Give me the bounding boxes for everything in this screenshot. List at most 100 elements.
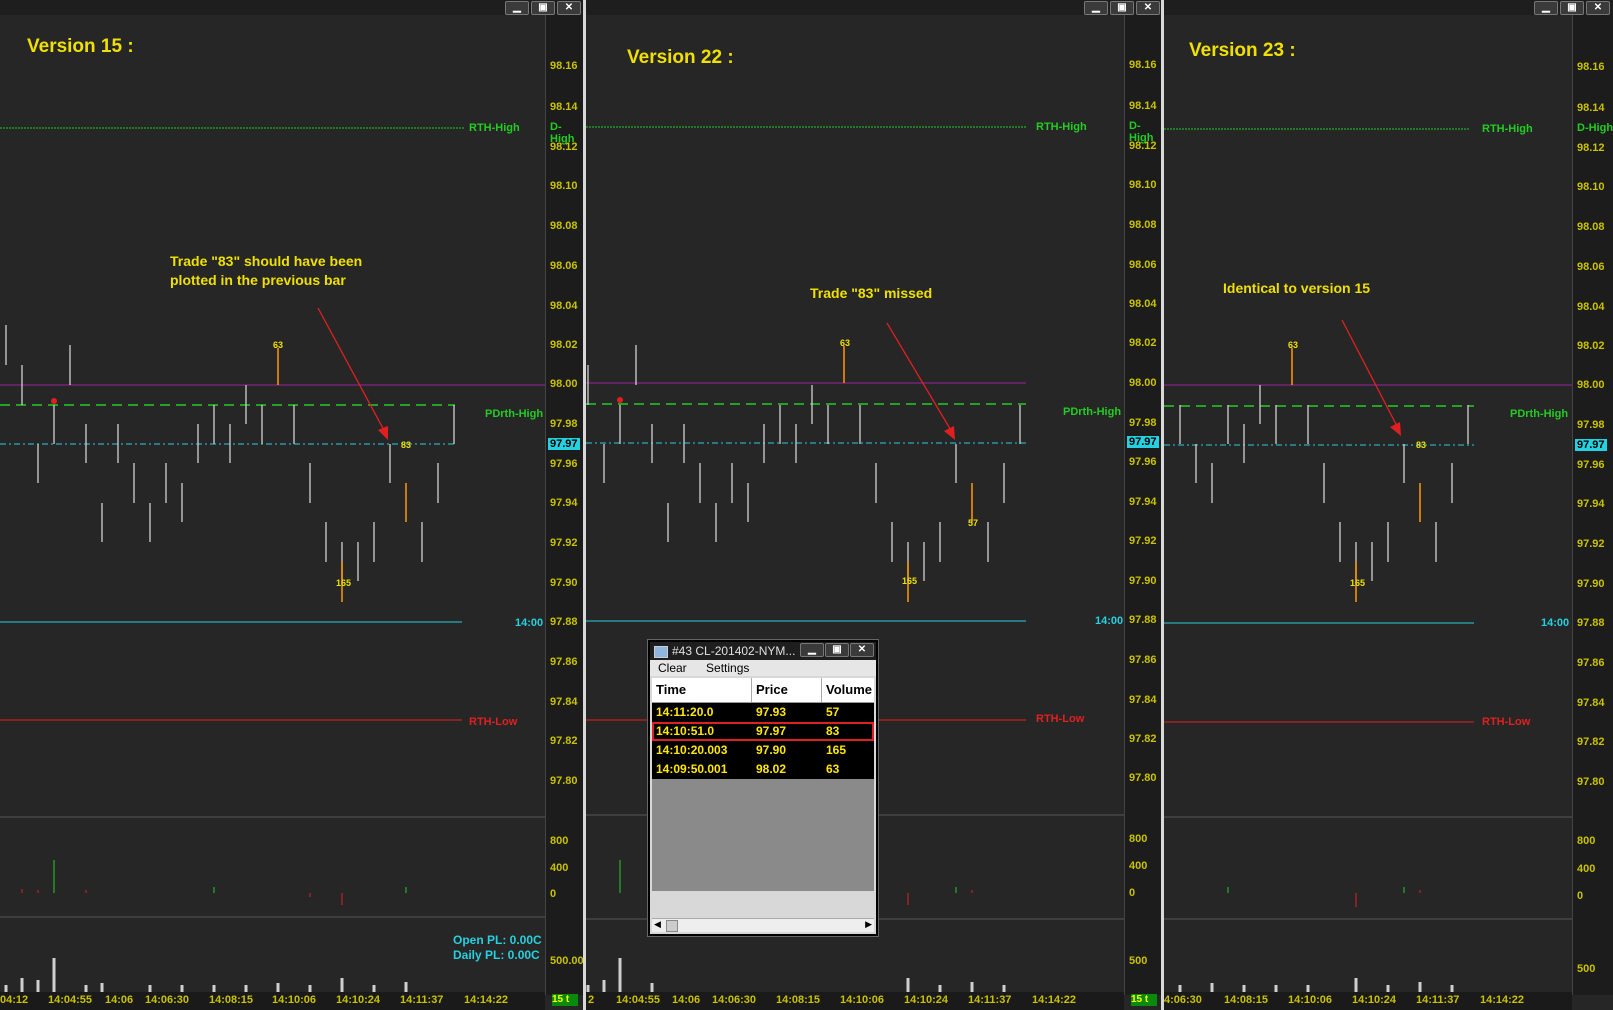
chart-pane-1[interactable]: ▁ ▣ ✕ Version 15: Trade "83" should hav… (0, 0, 583, 1010)
price-tick: 98.12 (1577, 142, 1605, 154)
time-label: 14:04:55 (616, 994, 661, 1006)
tas-header-row: Time Price Volume (652, 678, 874, 703)
price-tick: 97.80 (1129, 772, 1157, 784)
horizontal-scrollbar[interactable]: ◀ ▶ (652, 918, 874, 932)
time-1400-label: 14:00 (515, 617, 544, 629)
time-axis[interactable]: 4:06:30 14:08:15 14:10:06 14:10:24 14:11… (1164, 992, 1572, 1010)
price-tick: 98.12 (1129, 140, 1157, 152)
price-scale[interactable]: D-High 98.16 98.14 98.12 98.10 98.08 98.… (1572, 15, 1613, 995)
close-button[interactable]: ✕ (557, 1, 581, 15)
time-axis[interactable]: 04:12 14:04:55 14:06 14:06:30 14:08:15 1… (0, 992, 545, 1010)
volume-tick: 0 (1129, 887, 1136, 899)
price-tick: 98.16 (1577, 61, 1605, 73)
pane-1-plot (0, 127, 545, 993)
column-header-price[interactable]: Price (752, 678, 822, 702)
price-tick: 97.98 (550, 418, 578, 430)
cell-volume: 63 (826, 762, 840, 776)
time-label: 14:06 (105, 994, 134, 1006)
price-tick: 97.80 (1577, 776, 1605, 788)
price-tick: 97.80 (550, 775, 578, 787)
menu-item-settings[interactable]: Settings (706, 661, 749, 675)
time-label: 04:12 (0, 994, 29, 1006)
close-button[interactable]: ✕ (1136, 1, 1160, 15)
price-tick: 98.10 (1129, 179, 1157, 191)
table-row-highlighted[interactable]: 14:10:51.0 97.97 83 (652, 722, 874, 741)
volume-tick: 0 (550, 888, 557, 900)
price-tick: 98.08 (1129, 219, 1157, 231)
price-tick: 98.02 (550, 339, 578, 351)
price-tick: 97.92 (1577, 538, 1605, 550)
tas-table-body[interactable]: 14:11:20.0 97.93 57 14:10:51.0 97.97 83 … (652, 703, 874, 891)
price-tick: 98.14 (550, 101, 578, 113)
price-tick: 97.96 (550, 458, 578, 470)
price-tick: 97.86 (1129, 654, 1157, 666)
price-tick: 98.10 (550, 180, 578, 192)
time-and-sales-window[interactable]: #43 CL-201402-NYM... ▁ ▣ ✕ Clear Setting… (648, 640, 878, 936)
volume-tick: 800 (1577, 835, 1596, 847)
tas-menubar: Clear Settings (650, 660, 876, 676)
rth-low-label: RTH-Low (1036, 713, 1085, 725)
price-tick: 97.86 (1577, 657, 1605, 669)
chart-pane-3[interactable]: ▁ ▣ ✕ Version 23: Identical to version … (1164, 0, 1613, 1010)
price-tick: 97.88 (550, 616, 578, 628)
price-scale[interactable]: D-High 98.16 98.14 98.12 98.10 98.08 98.… (545, 15, 583, 1006)
trade-label-63: 63 (1288, 340, 1299, 350)
price-tick: 97.94 (1129, 496, 1157, 508)
table-row[interactable]: 14:09:50.001 98.02 63 (652, 760, 874, 779)
version-title: Version 22 : (627, 47, 734, 68)
time-axis[interactable]: 2 14:04:55 14:06 14:06:30 14:08:15 14:10… (586, 992, 1124, 1010)
trade-label-165: 165 (1350, 578, 1366, 588)
close-button[interactable]: ✕ (1586, 1, 1610, 15)
version-title: Version 23 : (1189, 40, 1296, 61)
column-header-volume[interactable]: Volume (822, 678, 874, 702)
price-tick: 97.84 (1577, 697, 1605, 709)
table-row[interactable]: 14:11:20.0 97.93 57 (652, 703, 874, 722)
volume-tick: 800 (550, 835, 569, 847)
price-tick: 97.90 (550, 577, 578, 589)
rth-high-label: RTH-High (469, 122, 520, 134)
price-tick: 98.10 (1577, 181, 1605, 193)
time-label: 14:08:15 (209, 994, 254, 1006)
price-tick: 97.98 (1129, 417, 1157, 429)
maximize-button[interactable]: ▣ (825, 643, 849, 657)
trade-label-63: 63 (840, 338, 851, 348)
price-tick: 98.04 (1129, 298, 1157, 310)
rth-high-label: RTH-High (1036, 121, 1087, 133)
table-row[interactable]: 14:10:20.003 97.90 165 (652, 741, 874, 760)
price-tick: 98.00 (550, 378, 578, 390)
time-label: 14:10:06 (272, 994, 317, 1006)
scroll-left-icon[interactable]: ◀ (654, 919, 661, 930)
open-pl: Open PL: 0.00C (453, 933, 542, 947)
scroll-thumb[interactable] (666, 920, 678, 932)
close-button[interactable]: ✕ (850, 643, 874, 657)
scroll-right-icon[interactable]: ▶ (865, 919, 872, 930)
d-high-label: D-High (1577, 122, 1613, 134)
minimize-button[interactable]: ▁ (800, 643, 824, 657)
cell-price: 98.02 (756, 762, 787, 776)
cell-price: 97.90 (756, 743, 787, 757)
time-label: 2 (588, 994, 595, 1006)
price-tick: 97.88 (1577, 617, 1605, 629)
time-label: 14:08:15 (1224, 994, 1269, 1006)
time-label: 4:06:30 (1164, 994, 1202, 1006)
time-label: 14:14:22 (464, 994, 509, 1006)
time-1400-label: 14:00 (1541, 617, 1570, 629)
tas-titlebar[interactable]: #43 CL-201402-NYM... ▁ ▣ ✕ (650, 642, 876, 660)
trade-label-83: 83 (1416, 440, 1427, 450)
menu-item-clear[interactable]: Clear (658, 661, 687, 675)
column-header-time[interactable]: Time (652, 678, 752, 702)
annotation-text: Trade "83" should have been plotted in t… (170, 253, 363, 288)
cell-time: 14:09:50.001 (656, 762, 728, 776)
tas-title: #43 CL-201402-NYM... (672, 644, 796, 658)
time-1400-label: 14:00 (1095, 615, 1124, 627)
price-tick: 98.00 (1577, 379, 1605, 391)
bottom-volume-tick: 500.00 (550, 955, 583, 967)
rth-low-label: RTH-Low (1482, 716, 1531, 728)
price-scale[interactable]: D-High 98.16 98.14 98.12 98.10 98.08 98.… (1124, 15, 1161, 1006)
time-label: 14:14:22 (1032, 994, 1077, 1006)
time-label: 14:10:06 (1288, 994, 1333, 1006)
annotation-text: Identical to version 15 (1223, 280, 1371, 296)
time-label: 14:06 (672, 994, 701, 1006)
volume-tick: 400 (1129, 860, 1148, 872)
time-label: 14:11:37 (400, 994, 444, 1006)
